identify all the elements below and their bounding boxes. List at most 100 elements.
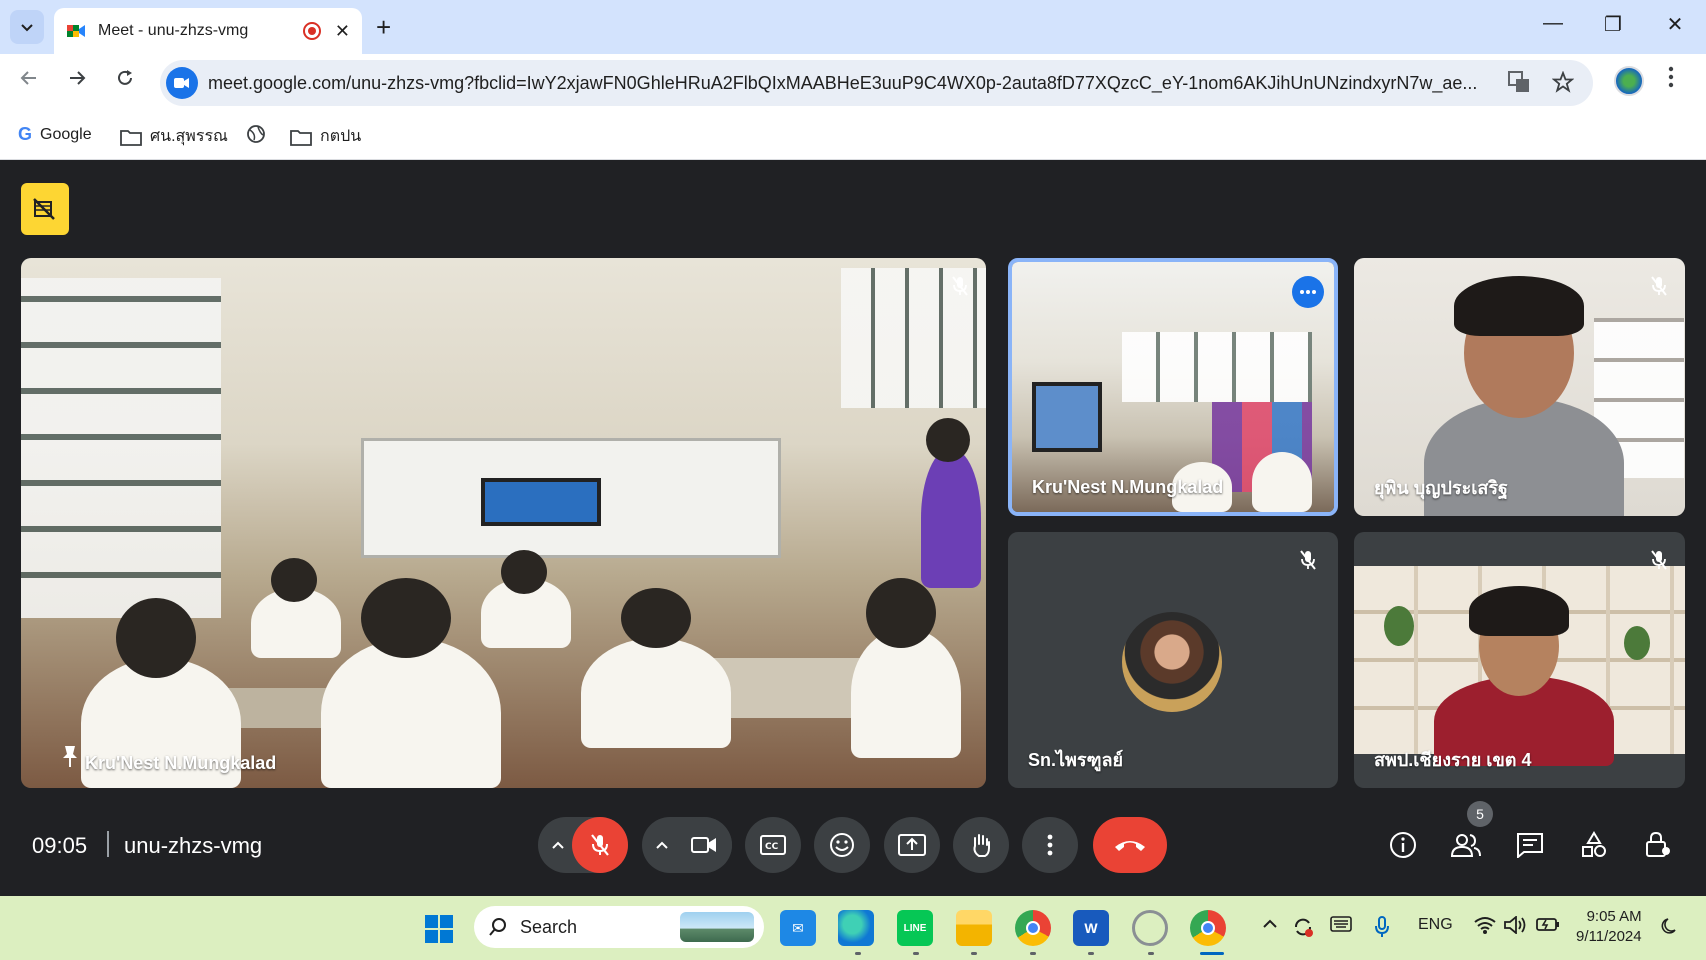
meeting-clock: 09:05 bbox=[32, 833, 88, 858]
classroom-video-2 bbox=[1012, 262, 1334, 512]
bookmark-google[interactable]: G Google bbox=[18, 124, 92, 145]
forward-button[interactable] bbox=[62, 68, 92, 94]
taskbar-date: 9/11/2024 bbox=[1576, 928, 1642, 945]
shapes-icon bbox=[1582, 831, 1606, 857]
bookmark-star-icon[interactable] bbox=[1551, 70, 1575, 99]
participant-name: ยุพิน บุญประเสริฐ bbox=[1374, 478, 1508, 498]
google-icon: G bbox=[18, 124, 33, 144]
start-button[interactable] bbox=[424, 914, 454, 949]
bookmark-folder-1[interactable]: ศน.สุพรรณ bbox=[120, 124, 228, 149]
file-explorer-icon[interactable] bbox=[956, 910, 992, 946]
chevron-down-icon bbox=[21, 24, 33, 32]
chrome-icon[interactable] bbox=[1015, 910, 1051, 946]
app-active-indicator bbox=[1200, 952, 1224, 955]
meeting-details-button[interactable] bbox=[1383, 825, 1423, 865]
participant-name: Kru'Nest N.Mungkalad bbox=[1032, 477, 1224, 497]
wifi-icon[interactable] bbox=[1474, 916, 1496, 939]
moon-icon[interactable] bbox=[1660, 916, 1680, 941]
video-tile-4[interactable]: Sn.ไพรฑูลย์ bbox=[1008, 532, 1338, 788]
url-text[interactable]: meet.google.com/unu-zhzs-vmg?fbclid=IwY2… bbox=[208, 73, 1498, 94]
more-options-button[interactable] bbox=[1022, 817, 1078, 873]
mic-toggle-button[interactable] bbox=[572, 817, 628, 873]
video-tile-main[interactable]: Kru'Nest N.Mungkalad bbox=[21, 258, 986, 788]
reactions-button[interactable] bbox=[814, 817, 870, 873]
tray-overflow-icon[interactable] bbox=[1262, 916, 1278, 934]
bookmark-globe[interactable] bbox=[246, 124, 266, 144]
webcam-icon[interactable] bbox=[1132, 910, 1168, 946]
address-bar[interactable]: meet.google.com/unu-zhzs-vmg?fbclid=IwY2… bbox=[160, 60, 1593, 106]
more-vertical-icon bbox=[1047, 834, 1053, 856]
back-button[interactable] bbox=[14, 68, 44, 94]
chrome-menu-button[interactable] bbox=[1668, 66, 1674, 94]
translate-icon[interactable] bbox=[1508, 71, 1530, 99]
battery-icon[interactable] bbox=[1536, 916, 1560, 937]
profile-avatar[interactable] bbox=[1614, 66, 1644, 96]
mic-off-icon bbox=[591, 834, 609, 856]
bridge-highlight-icon bbox=[680, 912, 754, 942]
taskbar-time: 9:05 AM bbox=[1586, 908, 1642, 925]
captions-button[interactable]: CC bbox=[745, 817, 801, 873]
leave-call-button[interactable] bbox=[1093, 817, 1167, 873]
edge-icon[interactable] bbox=[838, 910, 874, 946]
tab-close-button[interactable]: ✕ bbox=[335, 21, 350, 42]
minimize-button[interactable]: — bbox=[1538, 12, 1568, 35]
divider bbox=[107, 831, 109, 857]
tab-search-button[interactable] bbox=[10, 10, 44, 44]
present-screen-button[interactable] bbox=[884, 817, 940, 873]
people-button[interactable] bbox=[1446, 825, 1486, 865]
sync-icon[interactable] bbox=[1292, 916, 1314, 943]
participant-name: สพป.เชียงราย เขต 4 bbox=[1374, 750, 1532, 770]
language-indicator[interactable]: ENG bbox=[1418, 916, 1453, 934]
recording-icon bbox=[302, 22, 321, 40]
arrow-right-icon bbox=[70, 71, 86, 85]
present-icon bbox=[898, 834, 926, 856]
lock-person-icon bbox=[1646, 831, 1670, 857]
word-icon[interactable]: W bbox=[1073, 910, 1109, 946]
keyboard-icon[interactable] bbox=[1330, 916, 1352, 937]
line-icon[interactable]: LINE bbox=[897, 910, 933, 946]
info-icon bbox=[1390, 832, 1416, 858]
no-recording-icon[interactable] bbox=[21, 183, 69, 235]
raise-hand-button[interactable] bbox=[953, 817, 1009, 873]
mic-off-icon bbox=[1294, 546, 1322, 574]
bookmarks-bar: G Google ศน.สุพรรณ กตปน bbox=[0, 112, 1706, 160]
app-running-indicator bbox=[971, 952, 977, 955]
restore-button[interactable]: ❐ bbox=[1598, 12, 1628, 37]
participant-count-badge: 5 bbox=[1467, 801, 1493, 827]
avatar bbox=[1122, 612, 1222, 712]
reload-button[interactable] bbox=[110, 68, 140, 94]
taskbar-search[interactable]: Search bbox=[474, 906, 764, 948]
browser-toolbar: meet.google.com/unu-zhzs-vmg?fbclid=IwY2… bbox=[0, 54, 1706, 112]
video-tile-5[interactable]: สพป.เชียงราย เขต 4 bbox=[1354, 532, 1685, 788]
taskbar-clock[interactable]: 9:05 AM 9/11/2024 bbox=[1576, 907, 1642, 947]
host-controls-button[interactable] bbox=[1638, 825, 1678, 865]
search-icon bbox=[489, 918, 506, 936]
bookmark-label: Google bbox=[40, 125, 92, 143]
more-options-icon[interactable] bbox=[1292, 276, 1324, 308]
chrome-active-icon[interactable] bbox=[1190, 910, 1226, 946]
site-info-icon[interactable] bbox=[166, 67, 198, 99]
camera-toggle-button[interactable] bbox=[676, 817, 732, 873]
bookmark-label: ศน.สุพรรณ bbox=[150, 128, 228, 145]
captions-icon: CC bbox=[760, 835, 786, 855]
volume-icon[interactable] bbox=[1504, 915, 1526, 939]
classroom-video bbox=[21, 258, 986, 788]
app-running-indicator bbox=[913, 952, 919, 955]
chat-button[interactable] bbox=[1510, 825, 1550, 865]
video-tile-active[interactable]: Kru'Nest N.Mungkalad bbox=[1008, 258, 1338, 516]
emoji-icon bbox=[830, 833, 854, 857]
pin-icon[interactable] bbox=[57, 743, 83, 774]
tab-meet[interactable]: Meet - unu-zhzs-vmg ✕ bbox=[54, 8, 362, 54]
reload-icon bbox=[118, 70, 132, 85]
microphone-icon[interactable] bbox=[1374, 916, 1390, 943]
chevron-up-icon bbox=[552, 841, 564, 849]
app-running-indicator bbox=[1148, 952, 1154, 955]
activities-button[interactable] bbox=[1574, 825, 1614, 865]
people-icon bbox=[1450, 834, 1481, 857]
mail-icon[interactable]: ✉ bbox=[780, 910, 816, 946]
new-tab-button[interactable]: + bbox=[376, 12, 391, 43]
bookmark-folder-2[interactable]: กตปน bbox=[290, 124, 361, 149]
video-tile-3[interactable]: ยุพิน บุญประเสริฐ bbox=[1354, 258, 1685, 516]
app-running-indicator bbox=[855, 952, 861, 955]
close-window-button[interactable]: ✕ bbox=[1660, 12, 1690, 37]
